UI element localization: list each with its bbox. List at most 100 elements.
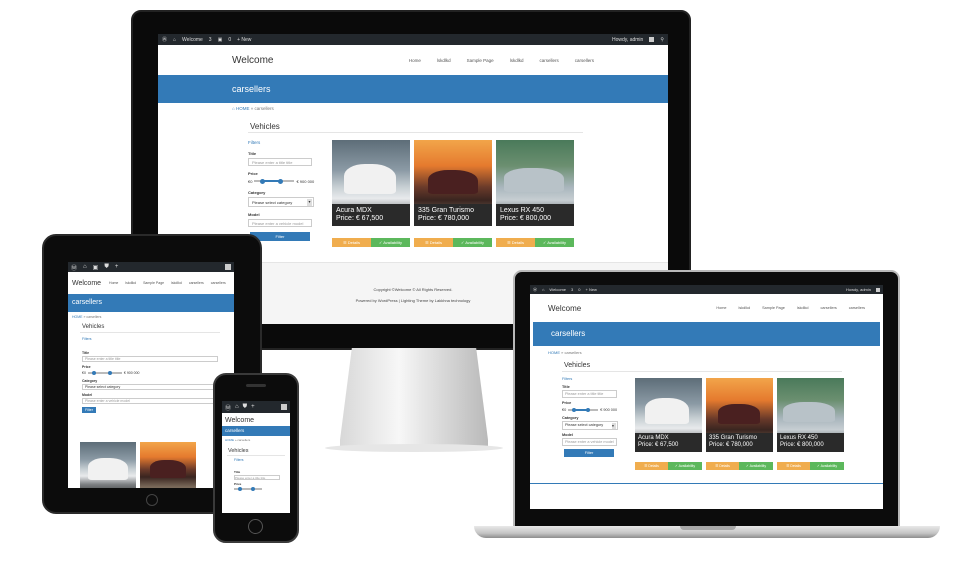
slider-handle-max[interactable] xyxy=(251,486,255,491)
nav-item-sample-page[interactable]: Sample Page xyxy=(762,306,785,310)
details-button[interactable]: ☰ Details xyxy=(706,462,739,470)
avatar[interactable] xyxy=(649,37,655,42)
nav-item-home[interactable]: Home xyxy=(716,306,726,310)
price-slider[interactable] xyxy=(568,406,599,413)
nav-item-home[interactable]: Home xyxy=(409,58,421,63)
admin-bar-site[interactable]: Welcome xyxy=(182,37,203,43)
filter-button[interactable]: Filter xyxy=(82,407,96,413)
filter-button[interactable]: Filter xyxy=(564,449,614,457)
nav-item-carsellers-2[interactable]: carsellers xyxy=(575,58,594,63)
wordpress-icon[interactable]: Ⓦ xyxy=(71,263,77,272)
comments-count[interactable]: 0 xyxy=(228,37,231,43)
plus-icon[interactable]: + xyxy=(251,404,255,410)
wordpress-icon[interactable]: Ⓦ xyxy=(533,287,537,293)
slider-handle-min[interactable] xyxy=(91,371,96,375)
comments-count[interactable]: 0 xyxy=(578,287,580,292)
availability-button[interactable]: ✓ Availability xyxy=(739,462,773,470)
home-icon[interactable]: ⌂ xyxy=(83,264,87,270)
updates-count[interactable]: 3 xyxy=(571,287,573,292)
home-icon[interactable]: ⌂ xyxy=(173,37,176,43)
availability-button[interactable]: ✓ Availability xyxy=(535,238,574,247)
nav-item-carsellers[interactable]: carsellers xyxy=(539,58,558,63)
model-input[interactable]: Please enter a vehicle model xyxy=(562,438,617,446)
title-input[interactable]: Please enter a title title xyxy=(82,356,218,362)
category-select[interactable]: Please select category ▾ xyxy=(248,197,314,207)
car-card[interactable]: Lexus RX 450 Price: € 800,000 xyxy=(496,140,574,226)
title-input[interactable]: Please enter a title title xyxy=(234,475,280,480)
car-card[interactable] xyxy=(140,442,196,488)
avatar[interactable] xyxy=(225,264,231,270)
car-card[interactable]: Lexus RX 450 Price: € 800,000 xyxy=(777,378,844,452)
nav-item-carsellers-2[interactable]: carsellers xyxy=(849,306,865,310)
wordpress-icon[interactable]: Ⓦ xyxy=(225,403,231,412)
nav-item-carsellers-2[interactable]: carsellers xyxy=(211,281,226,285)
home-icon[interactable]: ⌂ xyxy=(542,287,544,292)
tablet-home-button[interactable] xyxy=(146,494,158,506)
nav-item-lskdlkd[interactable]: lskdlkd xyxy=(125,281,136,285)
site-title[interactable]: Welcome xyxy=(72,280,101,287)
breadcrumb-home[interactable]: HOME xyxy=(72,315,83,319)
howdy-user[interactable]: Howdy, admin xyxy=(846,287,871,292)
slider-handle-min[interactable] xyxy=(238,486,242,491)
slider-handle-max[interactable] xyxy=(107,371,112,375)
breadcrumb-home[interactable]: ⌂ HOME xyxy=(232,106,249,111)
new-link[interactable]: + New xyxy=(237,37,251,43)
nav-item-carsellers[interactable]: carsellers xyxy=(189,281,204,285)
nav-item-sample-page[interactable]: Sample Page xyxy=(467,58,494,63)
nav-item-lskdlkd-2[interactable]: lskdlkd xyxy=(510,58,524,63)
nav-item-home[interactable]: Home xyxy=(109,281,118,285)
title-input[interactable]: Please enter a title title xyxy=(562,390,617,398)
site-title[interactable]: Welcome xyxy=(232,55,274,66)
availability-button[interactable]: ✓ Availability xyxy=(453,238,492,247)
price-slider[interactable] xyxy=(234,486,262,491)
nav-item-lskdlkd[interactable]: lskdlkd xyxy=(437,58,451,63)
slider-handle-max[interactable] xyxy=(586,407,591,412)
filters-label: Filters xyxy=(248,140,261,145)
avatar[interactable] xyxy=(281,404,287,410)
nav-item-carsellers[interactable]: carsellers xyxy=(821,306,837,310)
details-button[interactable]: ☰ Details xyxy=(332,238,371,247)
details-button[interactable]: ☰ Details xyxy=(414,238,453,247)
car-card[interactable]: 335 Gran Turismo Price: € 780,000 xyxy=(414,140,492,226)
nav-item-lskdlkd-2[interactable]: lskdlkd xyxy=(171,281,182,285)
shield-icon[interactable]: ⛊ xyxy=(104,264,109,271)
slider-handle-min[interactable] xyxy=(572,407,577,412)
model-input[interactable]: Please enter a vehicle model xyxy=(248,219,312,227)
category-select[interactable]: Please select category ▾ xyxy=(562,421,618,430)
wordpress-icon[interactable]: Ⓦ xyxy=(162,36,167,43)
details-button[interactable]: ☰ Details xyxy=(777,462,810,470)
comment-icon[interactable]: ▣ xyxy=(218,37,223,43)
plus-icon[interactable]: + xyxy=(115,264,119,270)
shield-icon[interactable]: ⛊ xyxy=(243,404,248,411)
updates-count[interactable]: 3 xyxy=(209,37,212,43)
howdy-user[interactable]: Howdy, admin xyxy=(612,37,643,43)
title-input[interactable]: Please enter a title title xyxy=(248,158,312,166)
category-select[interactable]: Please select category xyxy=(82,384,218,390)
price-slider[interactable] xyxy=(254,177,295,185)
breadcrumb-home[interactable]: HOME xyxy=(548,350,560,355)
availability-button[interactable]: ✓ Availability xyxy=(810,462,844,470)
home-icon[interactable]: ⌂ xyxy=(235,404,239,410)
comment-icon[interactable]: ▣ xyxy=(93,264,99,271)
price-slider[interactable] xyxy=(87,370,122,376)
details-button[interactable]: ☰ Details xyxy=(635,462,668,470)
site-title[interactable]: Welcome xyxy=(548,304,581,313)
availability-button[interactable]: ✓ Availability xyxy=(371,238,410,247)
nav-item-sample-page[interactable]: Sample Page xyxy=(143,281,164,285)
admin-bar-site[interactable]: Welcome xyxy=(549,287,566,292)
new-link[interactable]: + New xyxy=(586,287,597,292)
car-card[interactable] xyxy=(80,442,136,488)
phone-home-button[interactable] xyxy=(248,519,263,534)
avatar[interactable] xyxy=(876,287,880,292)
car-card[interactable]: Acura MDX Price: € 67,500 xyxy=(635,378,702,452)
availability-button[interactable]: ✓ Availability xyxy=(668,462,702,470)
car-card[interactable]: Acura MDX Price: € 67,500 xyxy=(332,140,410,226)
car-card[interactable]: 335 Gran Turismo Price: € 780,000 xyxy=(706,378,773,452)
site-title[interactable]: Welcome xyxy=(222,413,290,426)
search-icon[interactable]: ⚲ xyxy=(660,37,664,43)
model-input[interactable]: Please enter a vehicle model xyxy=(82,398,218,404)
details-button[interactable]: ☰ Details xyxy=(496,238,535,247)
nav-item-lskdlkd[interactable]: lskdlkd xyxy=(738,306,750,310)
breadcrumb-home[interactable]: HOME xyxy=(225,438,234,442)
nav-item-lskdlkd-2[interactable]: lskdlkd xyxy=(797,306,809,310)
